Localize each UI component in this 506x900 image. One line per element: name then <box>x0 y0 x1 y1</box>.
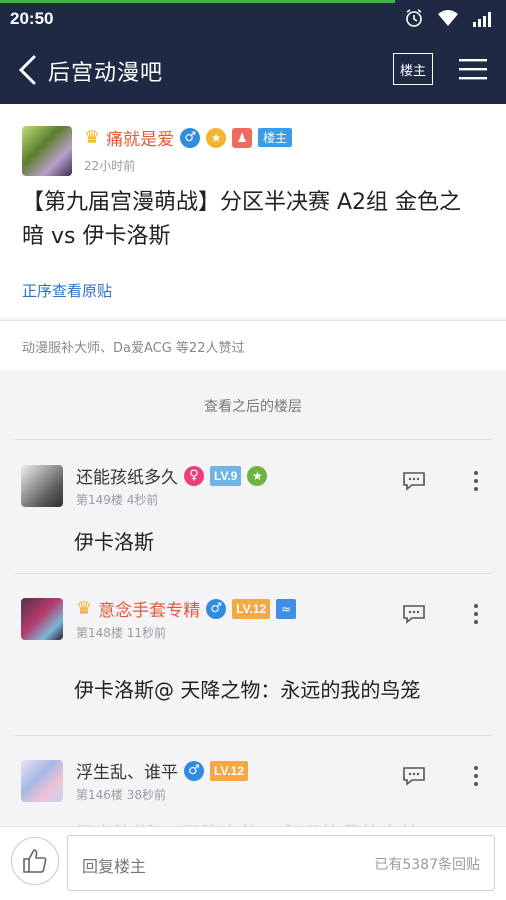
wifi-icon <box>438 10 458 26</box>
menu-icon[interactable] <box>458 54 488 84</box>
medal-icon: ★ <box>206 127 227 148</box>
status-bar: 20:50 <box>0 0 506 36</box>
crown-icon: ♛ <box>84 127 101 148</box>
wave-badge-icon: ≈ <box>276 598 297 619</box>
page-load-progress <box>0 0 395 3</box>
reply-placeholder: 回复楼主 <box>82 857 147 876</box>
male-gender-icon: ♂ <box>206 598 227 619</box>
section-label: 查看之后的楼层 <box>204 399 302 415</box>
comment-icon[interactable] <box>402 471 426 491</box>
reply-avatar[interactable] <box>21 465 63 507</box>
reply-avatar[interactable] <box>21 760 63 802</box>
comment-icon[interactable] <box>402 766 426 786</box>
op-author-name[interactable]: 痛就是爱 <box>106 125 174 150</box>
reply-author-row: ♛ 意念手套专精 ♂ LV.12 ≈ <box>76 596 297 621</box>
member-badge-icon: ♟ <box>232 127 253 148</box>
male-gender-icon: ♂ <box>180 127 201 148</box>
reply-time: 38秒前 <box>126 788 167 802</box>
view-original-link[interactable]: 正序查看原贴 <box>22 280 112 301</box>
more-options-icon[interactable] <box>466 602 486 626</box>
op-tag: 楼主 <box>258 128 293 147</box>
reply-meta: 第149楼 4秒前 <box>76 491 158 508</box>
reply-item: 还能孩纸多久 ♀ LV.9 ★ 第149楼 4秒前 伊卡洛斯 <box>14 441 492 574</box>
more-options-icon[interactable] <box>466 764 486 788</box>
level-badge: LV.12 <box>232 598 271 619</box>
reply-time: 4秒前 <box>126 493 159 507</box>
op-post-title: 【第九届宫漫萌战】分区半决赛 A2组 金色之暗 vs 伊卡洛斯 <box>22 190 462 249</box>
op-post-time: 22小时前 <box>84 159 136 173</box>
alarm-icon <box>406 9 422 27</box>
reply-content: 伊卡洛斯 <box>74 530 154 554</box>
level-badge: LV.12 <box>210 760 249 781</box>
more-options-icon[interactable] <box>466 469 486 493</box>
thumbs-up-icon <box>23 849 47 873</box>
female-gender-icon: ♀ <box>184 465 204 486</box>
back-arrow-icon[interactable] <box>14 54 44 86</box>
reply-time: 11秒前 <box>126 626 167 640</box>
reply-floor: 第149楼 <box>76 493 123 507</box>
male-gender-icon: ♂ <box>184 760 204 781</box>
reply-author-name[interactable]: 浮生乱、谁平 <box>76 758 178 783</box>
reply-author-name[interactable]: 意念手套专精 <box>98 596 200 621</box>
reply-author-row: 浮生乱、谁平 ♂ LV.12 <box>76 758 249 783</box>
reply-avatar[interactable] <box>21 598 63 640</box>
op-avatar[interactable] <box>22 126 72 176</box>
reply-input[interactable]: 回复楼主 已有5387条回贴 <box>67 835 495 891</box>
reply-meta: 第146楼 38秒前 <box>76 786 166 803</box>
signal-icon <box>473 12 491 27</box>
likes-bar[interactable]: 动漫服补大师、Da爱ACG 等22人赞过 <box>0 320 506 370</box>
comment-icon[interactable] <box>402 604 426 624</box>
crown-icon: ♛ <box>76 598 93 619</box>
section-header: 查看之后的楼层 <box>14 372 492 440</box>
reply-item: ♛ 意念手套专精 ♂ LV.12 ≈ 第148楼 11秒前 伊卡洛斯@ 天降之物… <box>14 574 492 736</box>
likes-text: 动漫服补大师、Da爱ACG 等22人赞过 <box>22 341 245 356</box>
medal-icon: ★ <box>247 465 268 486</box>
like-button[interactable] <box>11 837 59 885</box>
reply-count: 已有5387条回贴 <box>374 857 480 873</box>
forum-title: 后宫动漫吧 <box>48 61 164 86</box>
op-author-row: ♛ 痛就是爱 ♂ ★ ♟ 楼主 <box>84 125 293 150</box>
status-icons <box>404 8 496 28</box>
reply-content: 伊卡洛斯@ 天降之物：永远的我的鸟笼 <box>74 678 421 702</box>
reply-author-name[interactable]: 还能孩纸多久 <box>76 463 178 488</box>
op-only-button[interactable]: 楼主 <box>393 53 433 85</box>
reply-floor: 第146楼 <box>76 788 123 802</box>
reply-author-row: 还能孩纸多久 ♀ LV.9 ★ <box>76 463 268 488</box>
level-badge: LV.9 <box>210 465 242 486</box>
status-time: 20:50 <box>10 9 54 28</box>
reply-meta: 第148楼 11秒前 <box>76 624 166 641</box>
reply-floor: 第148楼 <box>76 626 123 640</box>
bottom-reply-bar: 回复楼主 已有5387条回贴 <box>0 826 506 900</box>
app-bar: 后宫动漫吧 楼主 <box>0 36 506 104</box>
